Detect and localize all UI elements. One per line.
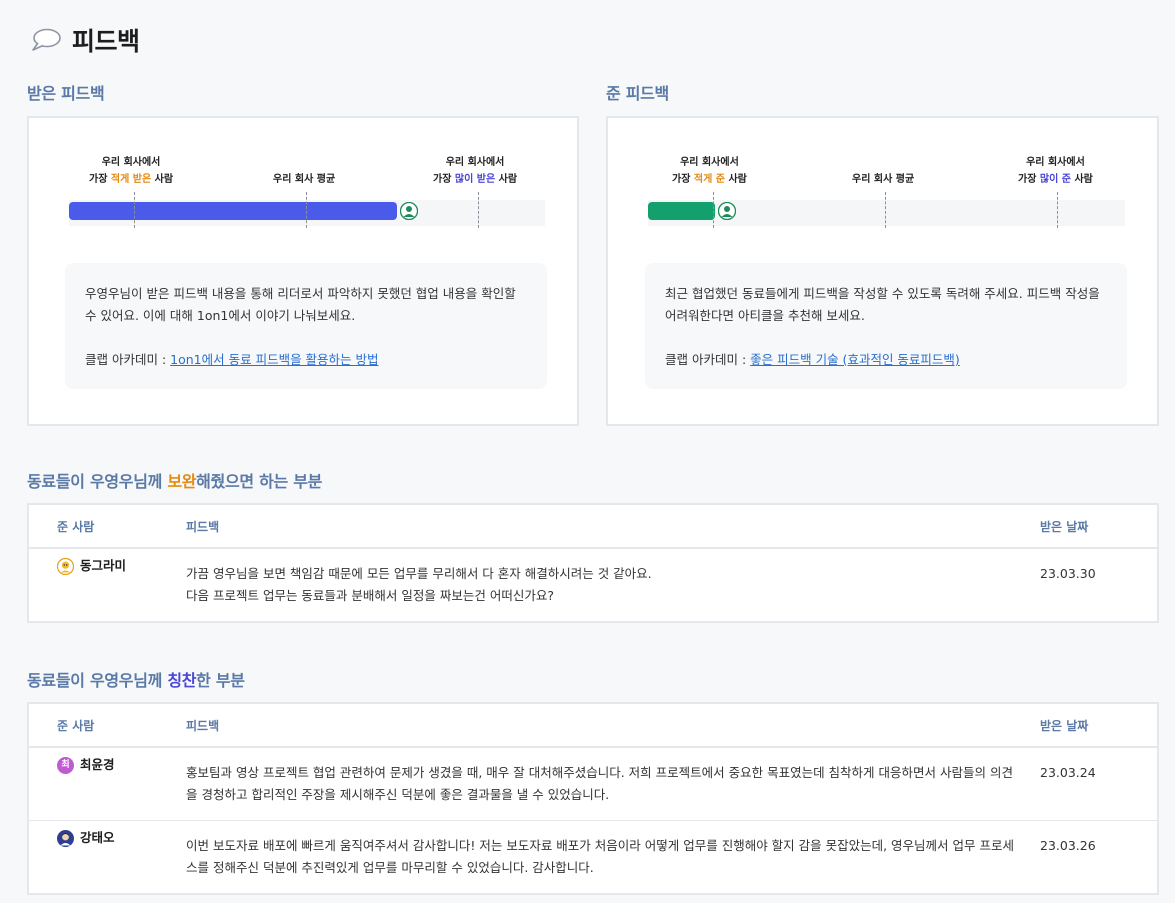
marker-most-given: 우리 회사에서 가장 많이 준 사람 [1018,157,1093,185]
table-header-row: 준 사람 피드백 받은 날짜 [28,703,1158,748]
column-header-feedback: 피드백 [186,504,1040,549]
given-feedback-title: 준 피드백 [606,84,669,103]
column-header-giver: 준 사람 [28,703,186,748]
feedback-date: 23.03.26 [1040,820,1158,894]
given-info-box: 최근 협업했던 동료들에게 피드백을 작성할 수 있도록 독려해 주세요. 피드… [645,263,1127,389]
received-progress-fill [69,202,397,220]
received-feedback-title: 받은 피드백 [27,84,105,103]
column-header-date: 받은 날짜 [1040,703,1158,748]
given-description: 최근 협업했던 동료들에게 피드백을 작성할 수 있도록 독려해 주세요. 피드… [665,286,1100,323]
feedback-date: 23.03.24 [1040,765,1096,780]
marker-company-average: 우리 회사 평균 [852,174,915,185]
marker-least-received: 우리 회사에서 가장 적게 받은 사람 [89,157,174,185]
least-marker-line [713,192,714,228]
average-marker-line [885,192,886,228]
received-progress-track [69,200,545,226]
speech-bubble-icon [32,28,61,51]
received-academy-link[interactable]: 1on1에서 동료 피드백을 활용하는 방법 [170,352,378,367]
user-avatar-icon [400,202,418,220]
feedback-giver: 강태오 [57,829,186,847]
most-marker-line [478,192,479,228]
marker-least-given: 우리 회사에서 가장 적게 준 사람 [672,157,747,185]
table-row: 동그라미 가끔 영우님을 보면 책임감 때문에 모든 업무를 무리해서 다 혼자… [28,548,1158,622]
table-row: 최 최윤경 홍보팀과 영상 프로젝트 협업 관련하여 문제가 생겼을 때, 매우… [28,747,1158,821]
least-marker-line [134,192,135,228]
given-academy-link[interactable]: 좋은 피드백 기술 (효과적인 동료피드백) [750,352,960,367]
average-marker-line [306,192,307,228]
page-title: 피드백 [72,27,140,56]
page-header: 피드백 [30,22,140,58]
praise-feedback-table: 준 사람 피드백 받은 날짜 최 최윤경 홍보팀과 영상 프로젝트 협업 관련하… [27,702,1159,895]
user-avatar-icon [718,202,736,220]
praise-section-title: 동료들이 우영우님께 칭찬한 부분 [27,671,245,690]
feedback-giver: 최 최윤경 [57,756,186,774]
given-feedback-card: 우리 회사에서 가장 적게 준 사람 우리 회사 평균 우리 회사에서 가장 많… [606,116,1159,426]
marker-company-average: 우리 회사 평균 [273,174,336,185]
column-header-giver: 준 사람 [28,504,186,549]
improve-feedback-table: 준 사람 피드백 받은 날짜 동그라미 가끔 영우님을 보면 책임감 때문에 모… [27,503,1159,623]
table-header-row: 준 사람 피드백 받은 날짜 [28,504,1158,549]
giver-avatar-icon [57,557,74,575]
giver-avatar: 최 [57,756,74,774]
given-academy: 클랩 아카데미 : 좋은 피드백 기술 (효과적인 동료피드백) [665,352,960,367]
received-description: 우영우님이 받은 피드백 내용을 통해 리더로서 파악하지 못했던 협업 내용을… [85,286,516,323]
column-header-feedback: 피드백 [186,703,1040,748]
feedback-giver: 동그라미 [57,557,186,575]
received-academy: 클랩 아카데미 : 1on1에서 동료 피드백을 활용하는 방법 [85,352,379,367]
most-marker-line [1057,192,1058,228]
marker-most-received: 우리 회사에서 가장 많이 받은 사람 [433,157,518,185]
feedback-text: 이번 보도자료 배포에 빠르게 움직여주셔서 감사합니다! 저는 보도자료 배포… [186,820,1040,894]
received-info-box: 우영우님이 받은 피드백 내용을 통해 리더로서 파악하지 못했던 협업 내용을… [65,263,547,389]
table-row: 강태오 이번 보도자료 배포에 빠르게 움직여주셔서 감사합니다! 저는 보도자… [28,820,1158,894]
given-progress-fill [648,202,715,220]
column-header-date: 받은 날짜 [1040,504,1158,549]
improve-section-title: 동료들이 우영우님께 보완해줬으면 하는 부분 [27,472,323,491]
feedback-date: 23.03.30 [1040,566,1096,581]
giver-avatar-icon [57,829,74,847]
feedback-text: 홍보팀과 영상 프로젝트 협업 관련하여 문제가 생겼을 때, 매우 잘 대처해… [186,765,1013,802]
feedback-text: 가끔 영우님을 보면 책임감 때문에 모든 업무를 무리해서 다 혼자 해결하시… [186,566,652,603]
received-feedback-card: 우리 회사에서 가장 적게 받은 사람 우리 회사 평균 우리 회사에서 가장 … [27,116,579,426]
